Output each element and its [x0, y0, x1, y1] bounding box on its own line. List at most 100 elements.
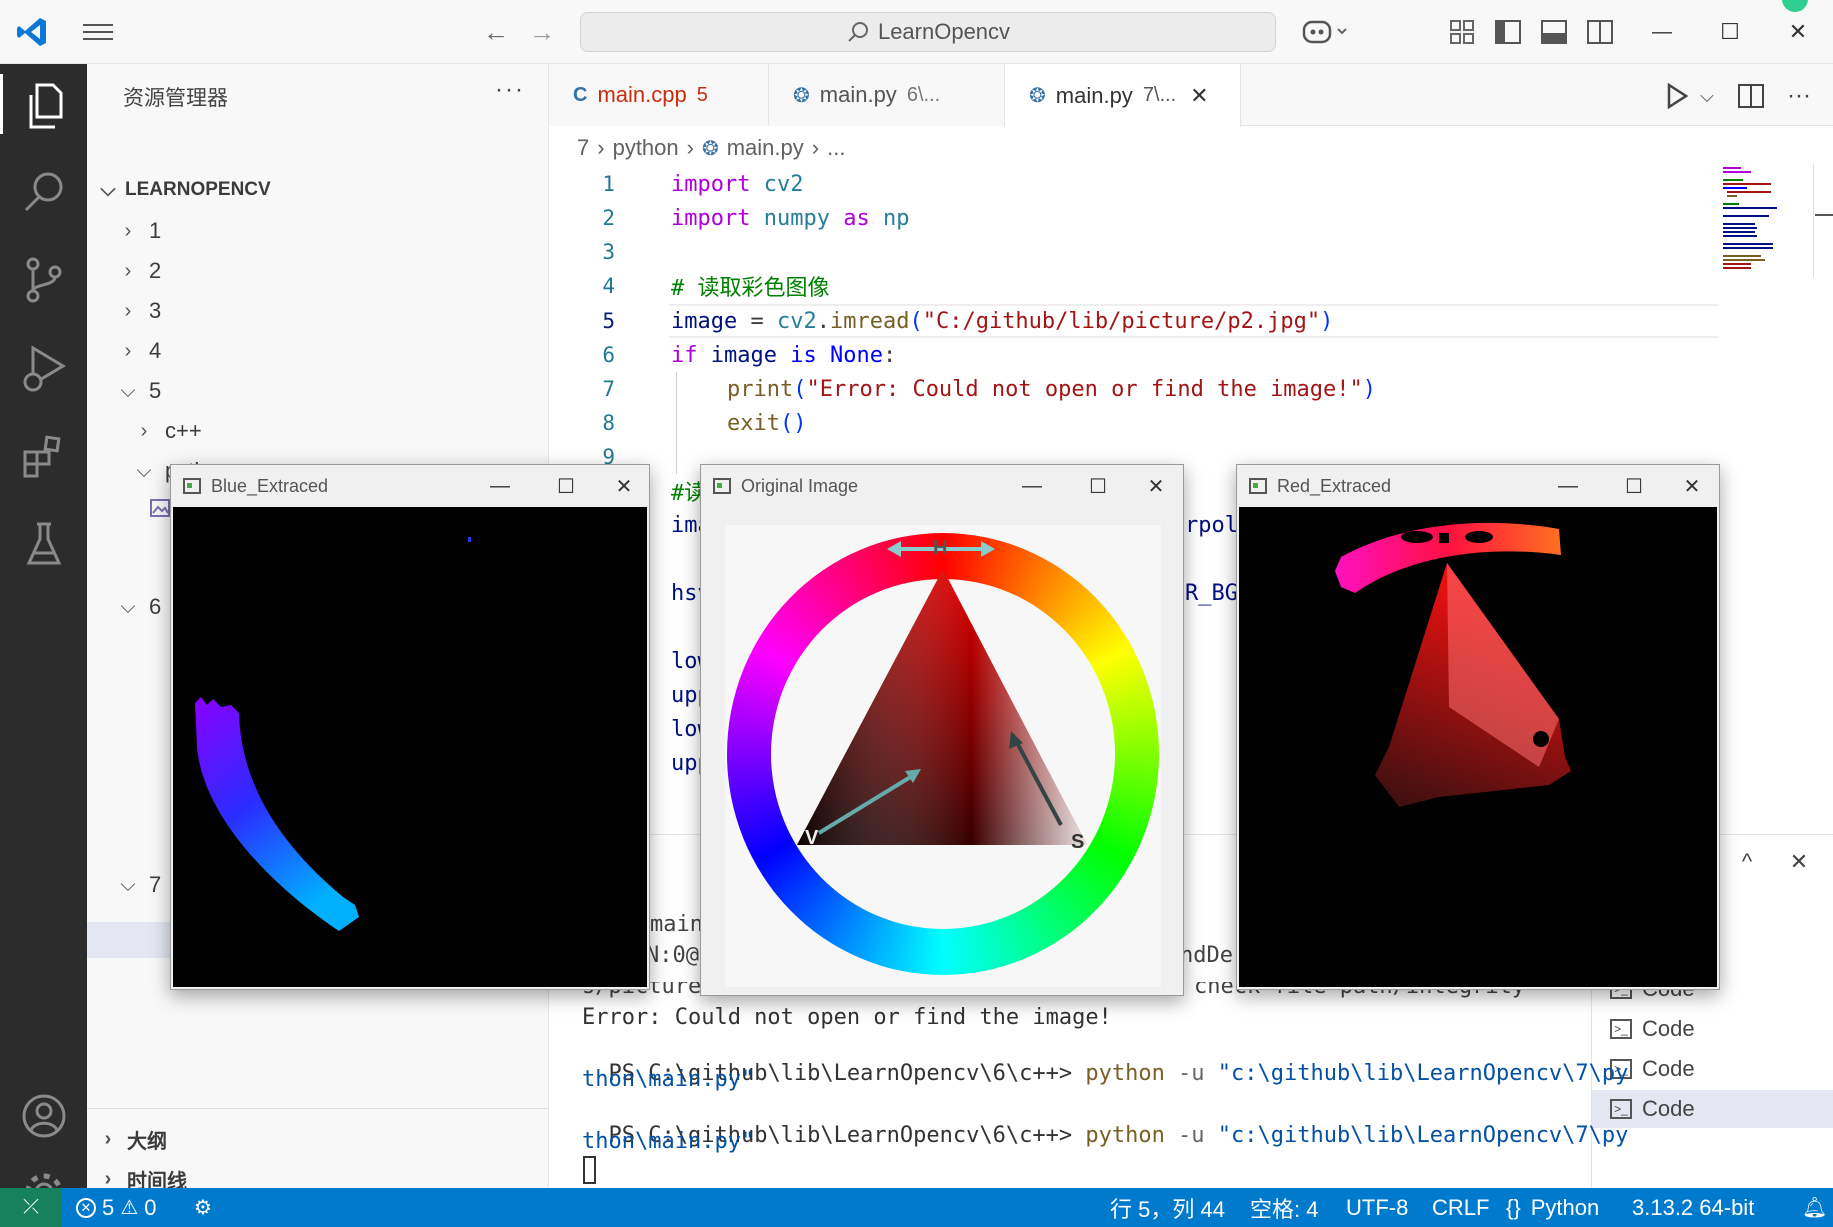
tree-item-6[interactable]: ⌵ 6	[115, 588, 161, 626]
cursor-position[interactable]: 行 5，列 44	[1110, 1188, 1225, 1227]
sidebar-more-button[interactable]: ···	[495, 76, 525, 104]
line-number: 5	[602, 309, 615, 333]
search-icon	[848, 22, 868, 42]
code-line-3[interactable]: 3	[549, 235, 1649, 269]
code-line-1[interactable]: 1 import cv2	[549, 167, 1649, 201]
chevron-right-icon: ›	[597, 135, 605, 160]
original-image-window[interactable]: Original Image — ☐ ✕ H S V	[700, 464, 1184, 996]
sidebar-title: 资源管理器	[123, 87, 228, 110]
breadcrumb-item[interactable]: python	[613, 135, 679, 161]
chevron-right-icon: ›	[140, 419, 148, 442]
search-icon[interactable]	[0, 160, 87, 224]
extensions-icon[interactable]	[0, 424, 87, 488]
tab-close-icon[interactable]: ✕	[1190, 83, 1208, 109]
red-extracted-window[interactable]: Red_Extraced — ☐ ✕	[1236, 464, 1720, 990]
minimize-button[interactable]: —	[471, 465, 529, 507]
close-button[interactable]: ✕	[1127, 465, 1185, 507]
close-window-button[interactable]: ✕	[1778, 10, 1818, 54]
blue-extracted-window[interactable]: Blue_Extraced — ☐ ✕	[170, 464, 650, 990]
tree-item[interactable]: › 1	[115, 212, 162, 250]
title-bar: ← → LearnOpencv — ☐ ✕	[0, 0, 1833, 64]
close-button[interactable]: ✕	[595, 465, 653, 507]
tab-main-cpp[interactable]: C main.cpp 5	[549, 64, 769, 126]
panel-maximize-chevron-icon[interactable]: ^	[1729, 844, 1765, 880]
breadcrumb-item[interactable]: main.py	[727, 135, 804, 161]
tab-main-py-7[interactable]: ❂ main.py 7\... ✕	[1005, 64, 1241, 127]
code-line-6[interactable]: 6 if image is None:	[549, 338, 1649, 372]
customize-layout-icon[interactable]	[1444, 14, 1480, 50]
app-window-icon	[1249, 478, 1267, 494]
menu-icon[interactable]	[78, 14, 118, 50]
maximize-button[interactable]: ☐	[1069, 465, 1127, 507]
toggle-secondary-sidebar-icon[interactable]	[1582, 14, 1618, 50]
tab-label: main.cpp	[597, 82, 687, 107]
terminal-command: python	[1072, 1061, 1165, 1086]
maximize-button[interactable]: ☐	[537, 465, 595, 507]
minimize-button[interactable]: —	[1003, 465, 1061, 507]
module-name: cv2	[776, 308, 817, 334]
close-button[interactable]: ✕	[1663, 465, 1721, 507]
breadcrumb-item[interactable]: 7	[577, 135, 589, 161]
command-center-search[interactable]: LearnOpencv	[580, 12, 1276, 52]
notifications-bell-icon[interactable]: 🔔︎	[1802, 1188, 1827, 1227]
explorer-icon[interactable]	[0, 74, 87, 138]
tree-item-label: 1	[149, 218, 162, 243]
run-dropdown-chevron-icon[interactable]: ⌵	[1695, 76, 1719, 116]
source-control-icon[interactable]	[0, 248, 87, 312]
maximize-window-button[interactable]: ☐	[1710, 10, 1750, 54]
remote-indicator-icon[interactable]: ⤫	[0, 1188, 62, 1227]
end-of-line[interactable]: CRLF	[1432, 1188, 1489, 1227]
debug-status-icon[interactable]: ⚙	[194, 1188, 212, 1227]
language-mode[interactable]: {} Python	[1506, 1188, 1599, 1227]
hue-label: H	[933, 537, 948, 559]
tree-item[interactable]: ⌵ 5	[115, 372, 161, 410]
maximize-button[interactable]: ☐	[1605, 465, 1663, 507]
run-debug-icon[interactable]	[0, 336, 87, 400]
terminal-cursor[interactable]	[583, 1156, 596, 1184]
terminal-output-line: Error: Could not open or find the image!	[582, 1005, 1112, 1030]
tree-item[interactable]: › 4	[115, 332, 162, 370]
project-root[interactable]: ⌵ LEARNOPENCV	[95, 171, 270, 209]
forward-arrow-icon[interactable]: →	[524, 14, 560, 50]
code-line-5[interactable]: 5 image = cv2.imread("C:/github/lib/pict…	[549, 304, 1649, 338]
vertical-scrollbar[interactable]	[1813, 164, 1833, 278]
code-line-4[interactable]: 4 # 读取彩色图像	[549, 269, 1649, 303]
testing-flask-icon[interactable]	[0, 512, 87, 576]
app-window-icon	[183, 478, 201, 494]
tab-label: main.py	[1055, 82, 1133, 108]
minimize-window-button[interactable]: —	[1642, 10, 1682, 54]
encoding[interactable]: UTF-8	[1346, 1188, 1408, 1227]
value-label: V	[805, 827, 819, 849]
code-line-8[interactable]: 8 exit()	[549, 406, 1649, 440]
keyword: import	[671, 205, 751, 231]
minimize-button[interactable]: —	[1539, 465, 1597, 507]
outline-section[interactable]: › 大纲	[95, 1120, 167, 1158]
code-line-2[interactable]: 2 import numpy as np	[549, 201, 1649, 235]
indentation[interactable]: 空格: 4	[1250, 1188, 1318, 1227]
editor-more-icon[interactable]: ···	[1781, 76, 1817, 116]
back-arrow-icon[interactable]: ←	[478, 14, 514, 50]
problems-indicator[interactable]: ✕ 5 ⚠ 0	[76, 1188, 156, 1227]
account-icon[interactable]	[0, 1084, 87, 1148]
toggle-sidebar-icon[interactable]	[1490, 14, 1526, 50]
keyword: is	[790, 342, 817, 368]
module-name: cv2	[750, 171, 804, 197]
python-interpreter[interactable]: 3.13.2 64-bit	[1632, 1188, 1754, 1227]
tree-item-7[interactable]: ⌵ 7	[115, 866, 161, 904]
tab-label: main.py	[819, 82, 897, 107]
panel-close-icon[interactable]: ✕	[1781, 844, 1817, 880]
split-editor-icon[interactable]	[1733, 76, 1769, 116]
warning-count: 0	[144, 1194, 157, 1220]
code-line-7[interactable]: 7 print("Error: Could not open or find t…	[549, 372, 1649, 406]
tab-main-py-6[interactable]: ❂ main.py 6\...	[769, 64, 1005, 126]
breadcrumb-item[interactable]: ...	[827, 135, 845, 161]
copilot-icon[interactable]	[1298, 14, 1354, 50]
image-canvas	[1239, 507, 1717, 987]
tree-item[interactable]: › 3	[115, 292, 162, 330]
run-button-icon[interactable]	[1659, 76, 1695, 116]
function-name: exit	[727, 410, 780, 436]
tree-item[interactable]: › 2	[115, 252, 162, 290]
line-number: 1	[602, 172, 615, 196]
tree-item[interactable]: › c++	[131, 412, 202, 450]
toggle-panel-icon[interactable]	[1536, 14, 1572, 50]
